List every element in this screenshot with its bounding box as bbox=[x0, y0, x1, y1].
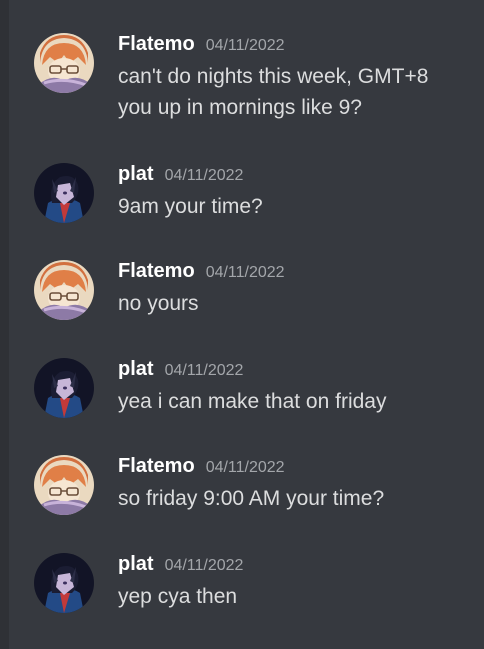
username[interactable]: Flatemo bbox=[118, 455, 195, 478]
avatar-plat[interactable] bbox=[34, 163, 94, 223]
plat-avatar-icon bbox=[34, 553, 94, 613]
message-text: yep cya then bbox=[118, 585, 238, 608]
channel-left-edge bbox=[0, 0, 9, 649]
username[interactable]: plat bbox=[118, 553, 154, 576]
plat-avatar-icon bbox=[34, 163, 94, 223]
message-text: no yours bbox=[118, 292, 199, 315]
message-text: you up in mornings like 9? bbox=[118, 96, 362, 119]
message-header: plat 04/11/2022 bbox=[118, 553, 474, 581]
avatar-plat[interactable] bbox=[34, 553, 94, 613]
avatar-plat[interactable] bbox=[34, 358, 94, 418]
username[interactable]: Flatemo bbox=[118, 33, 195, 56]
message-text: so friday 9:00 AM your time? bbox=[118, 487, 385, 510]
plat-avatar-icon bbox=[34, 358, 94, 418]
username[interactable]: plat bbox=[118, 163, 154, 186]
message-content: Flatemo 04/11/2022 so friday 9:00 AM you… bbox=[118, 455, 474, 514]
avatar-flatemo[interactable] bbox=[34, 260, 94, 320]
message-header: Flatemo 04/11/2022 bbox=[118, 455, 474, 483]
message-header: plat 04/11/2022 bbox=[118, 358, 474, 386]
avatar-flatemo[interactable] bbox=[34, 455, 94, 515]
message-content: plat 04/11/2022 9am your time? bbox=[118, 163, 474, 222]
message-content: Flatemo 04/11/2022 no yours bbox=[118, 260, 474, 319]
timestamp[interactable]: 04/11/2022 bbox=[165, 557, 244, 575]
flatemo-avatar-icon bbox=[34, 260, 94, 320]
avatar-flatemo[interactable] bbox=[34, 33, 94, 93]
flatemo-avatar-icon bbox=[34, 455, 94, 515]
timestamp[interactable]: 04/11/2022 bbox=[206, 264, 285, 282]
message-text: yea i can make that on friday bbox=[118, 390, 387, 413]
message-header: Flatemo 04/11/2022 bbox=[118, 260, 474, 288]
flatemo-avatar-icon bbox=[34, 33, 94, 93]
timestamp[interactable]: 04/11/2022 bbox=[165, 167, 244, 185]
timestamp[interactable]: 04/11/2022 bbox=[206, 459, 285, 477]
message-header: Flatemo 04/11/2022 bbox=[118, 33, 474, 61]
message-header: plat 04/11/2022 bbox=[118, 163, 474, 191]
message-text: can't do nights this week, GMT+8 bbox=[118, 65, 429, 88]
message-content: plat 04/11/2022 yea i can make that on f… bbox=[118, 358, 474, 417]
message-content: plat 04/11/2022 yep cya then bbox=[118, 553, 474, 612]
username[interactable]: Flatemo bbox=[118, 260, 195, 283]
timestamp[interactable]: 04/11/2022 bbox=[206, 37, 285, 55]
message-content: Flatemo 04/11/2022 can't do nights this … bbox=[118, 33, 474, 123]
message-text: 9am your time? bbox=[118, 195, 263, 218]
timestamp[interactable]: 04/11/2022 bbox=[165, 362, 244, 380]
username[interactable]: plat bbox=[118, 358, 154, 381]
